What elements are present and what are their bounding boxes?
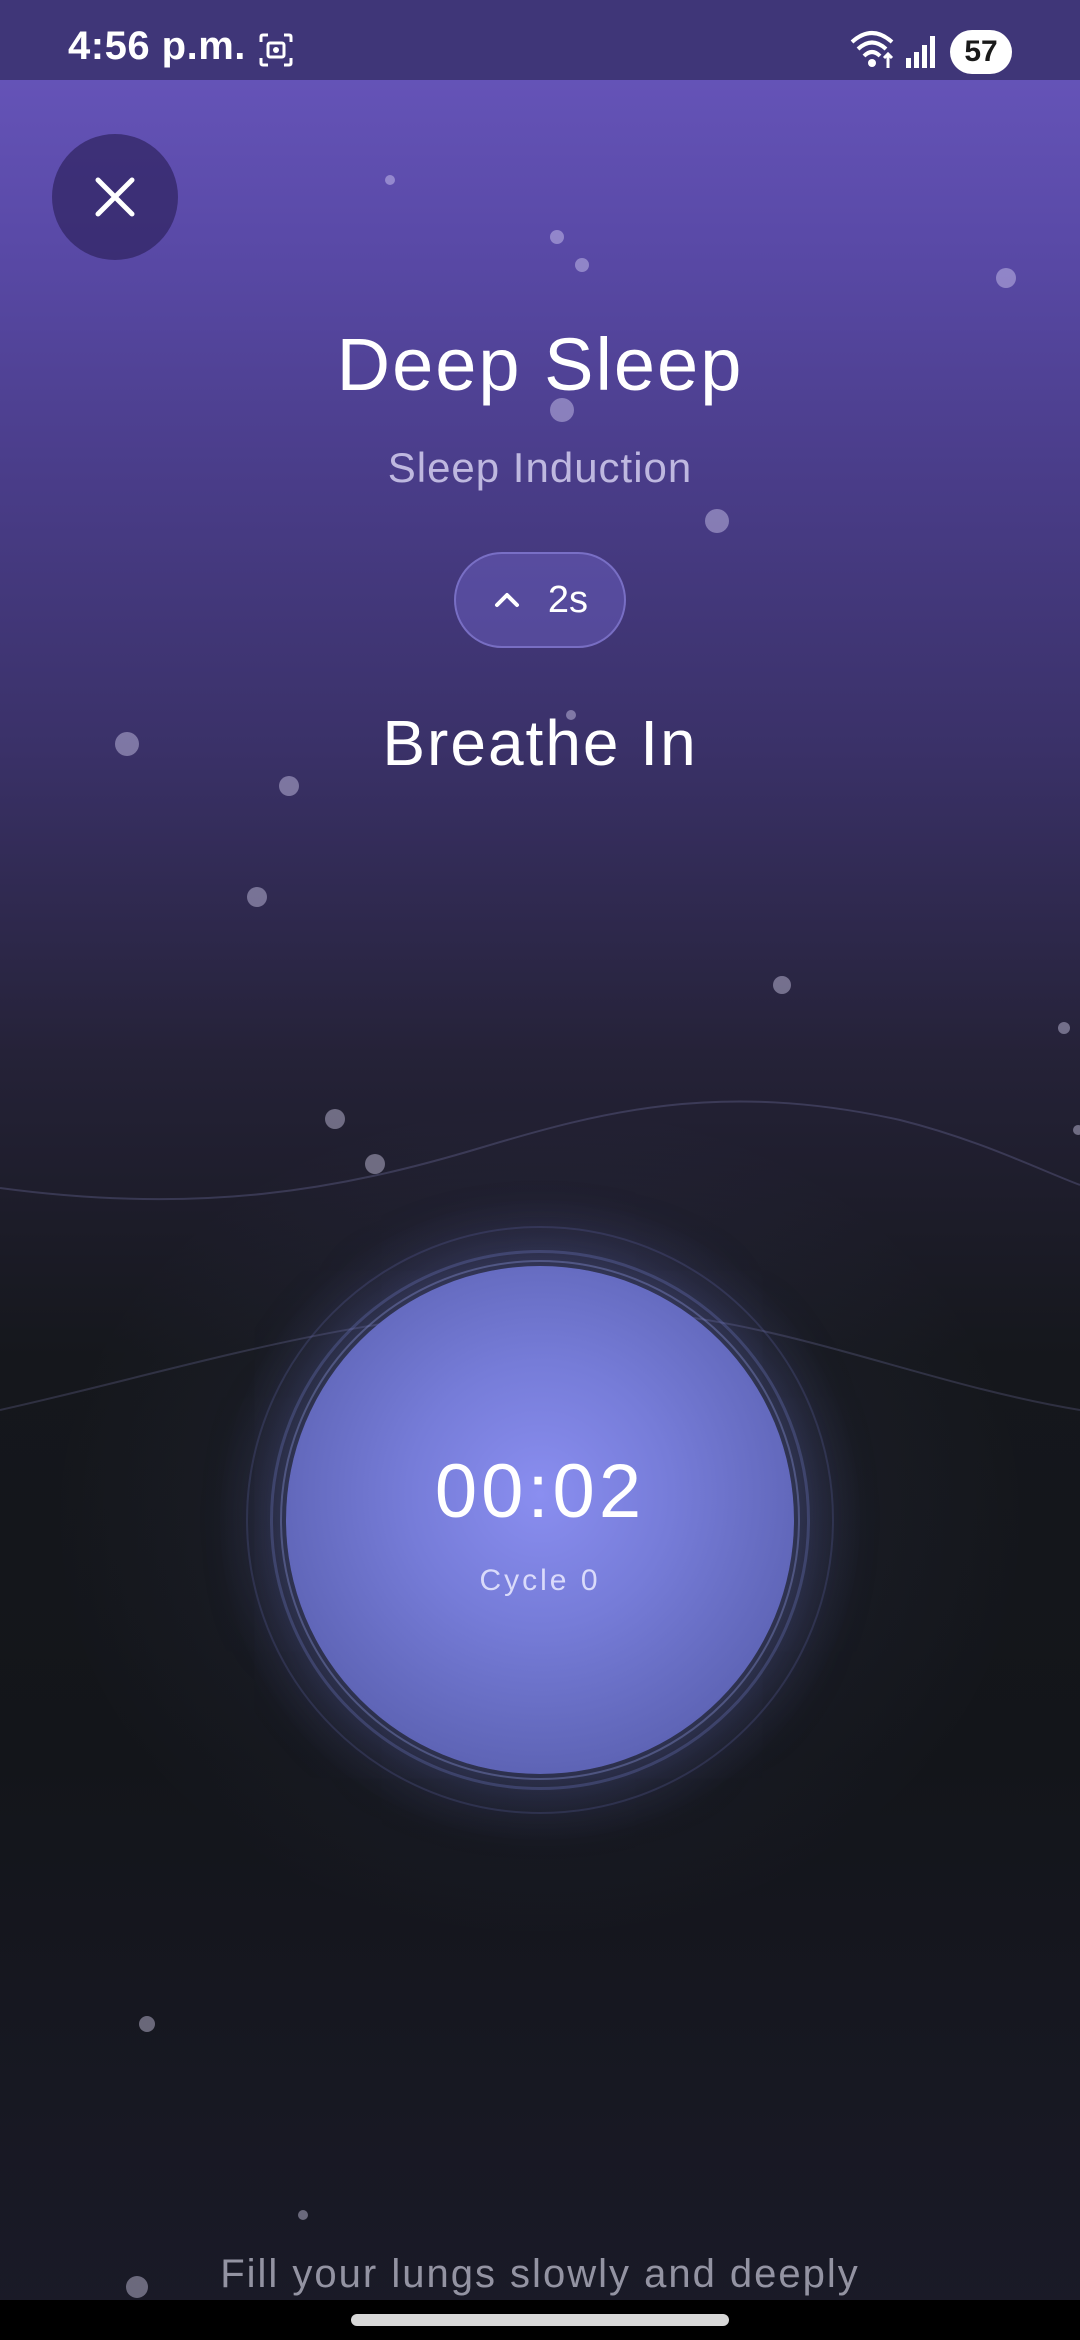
- status-bar: 4:56 p.m. 57: [0, 0, 1080, 80]
- chevron-up-icon: [494, 593, 519, 607]
- wave-line: [0, 1100, 1080, 1201]
- status-time: 4:56 p.m.: [68, 24, 246, 68]
- wifi-icon: [850, 31, 894, 68]
- battery-icon: 57: [950, 30, 1012, 74]
- phase-duration: 2s: [547, 578, 589, 621]
- breathing-screen: 4:56 p.m. 57 Deep Sleep Sleep Induction …: [0, 0, 1080, 2340]
- battery-level: 57: [964, 35, 998, 68]
- phase-duration-chip[interactable]: 2s: [454, 552, 626, 648]
- screenshot-icon: [259, 33, 293, 67]
- signal-icon: [906, 36, 935, 68]
- home-indicator[interactable]: [351, 2314, 729, 2326]
- breathing-instruction: Fill your lungs slowly and deeply: [220, 2252, 860, 2296]
- close-icon: [95, 177, 135, 217]
- session-title: Deep Sleep: [336, 323, 744, 406]
- cycle-count: Cycle 0: [479, 1564, 601, 1597]
- close-button[interactable]: [52, 134, 178, 260]
- session-subtitle: Sleep Induction: [387, 444, 693, 491]
- breathing-phase: Breathe In: [382, 707, 698, 779]
- timer: 00:02: [434, 1449, 646, 1534]
